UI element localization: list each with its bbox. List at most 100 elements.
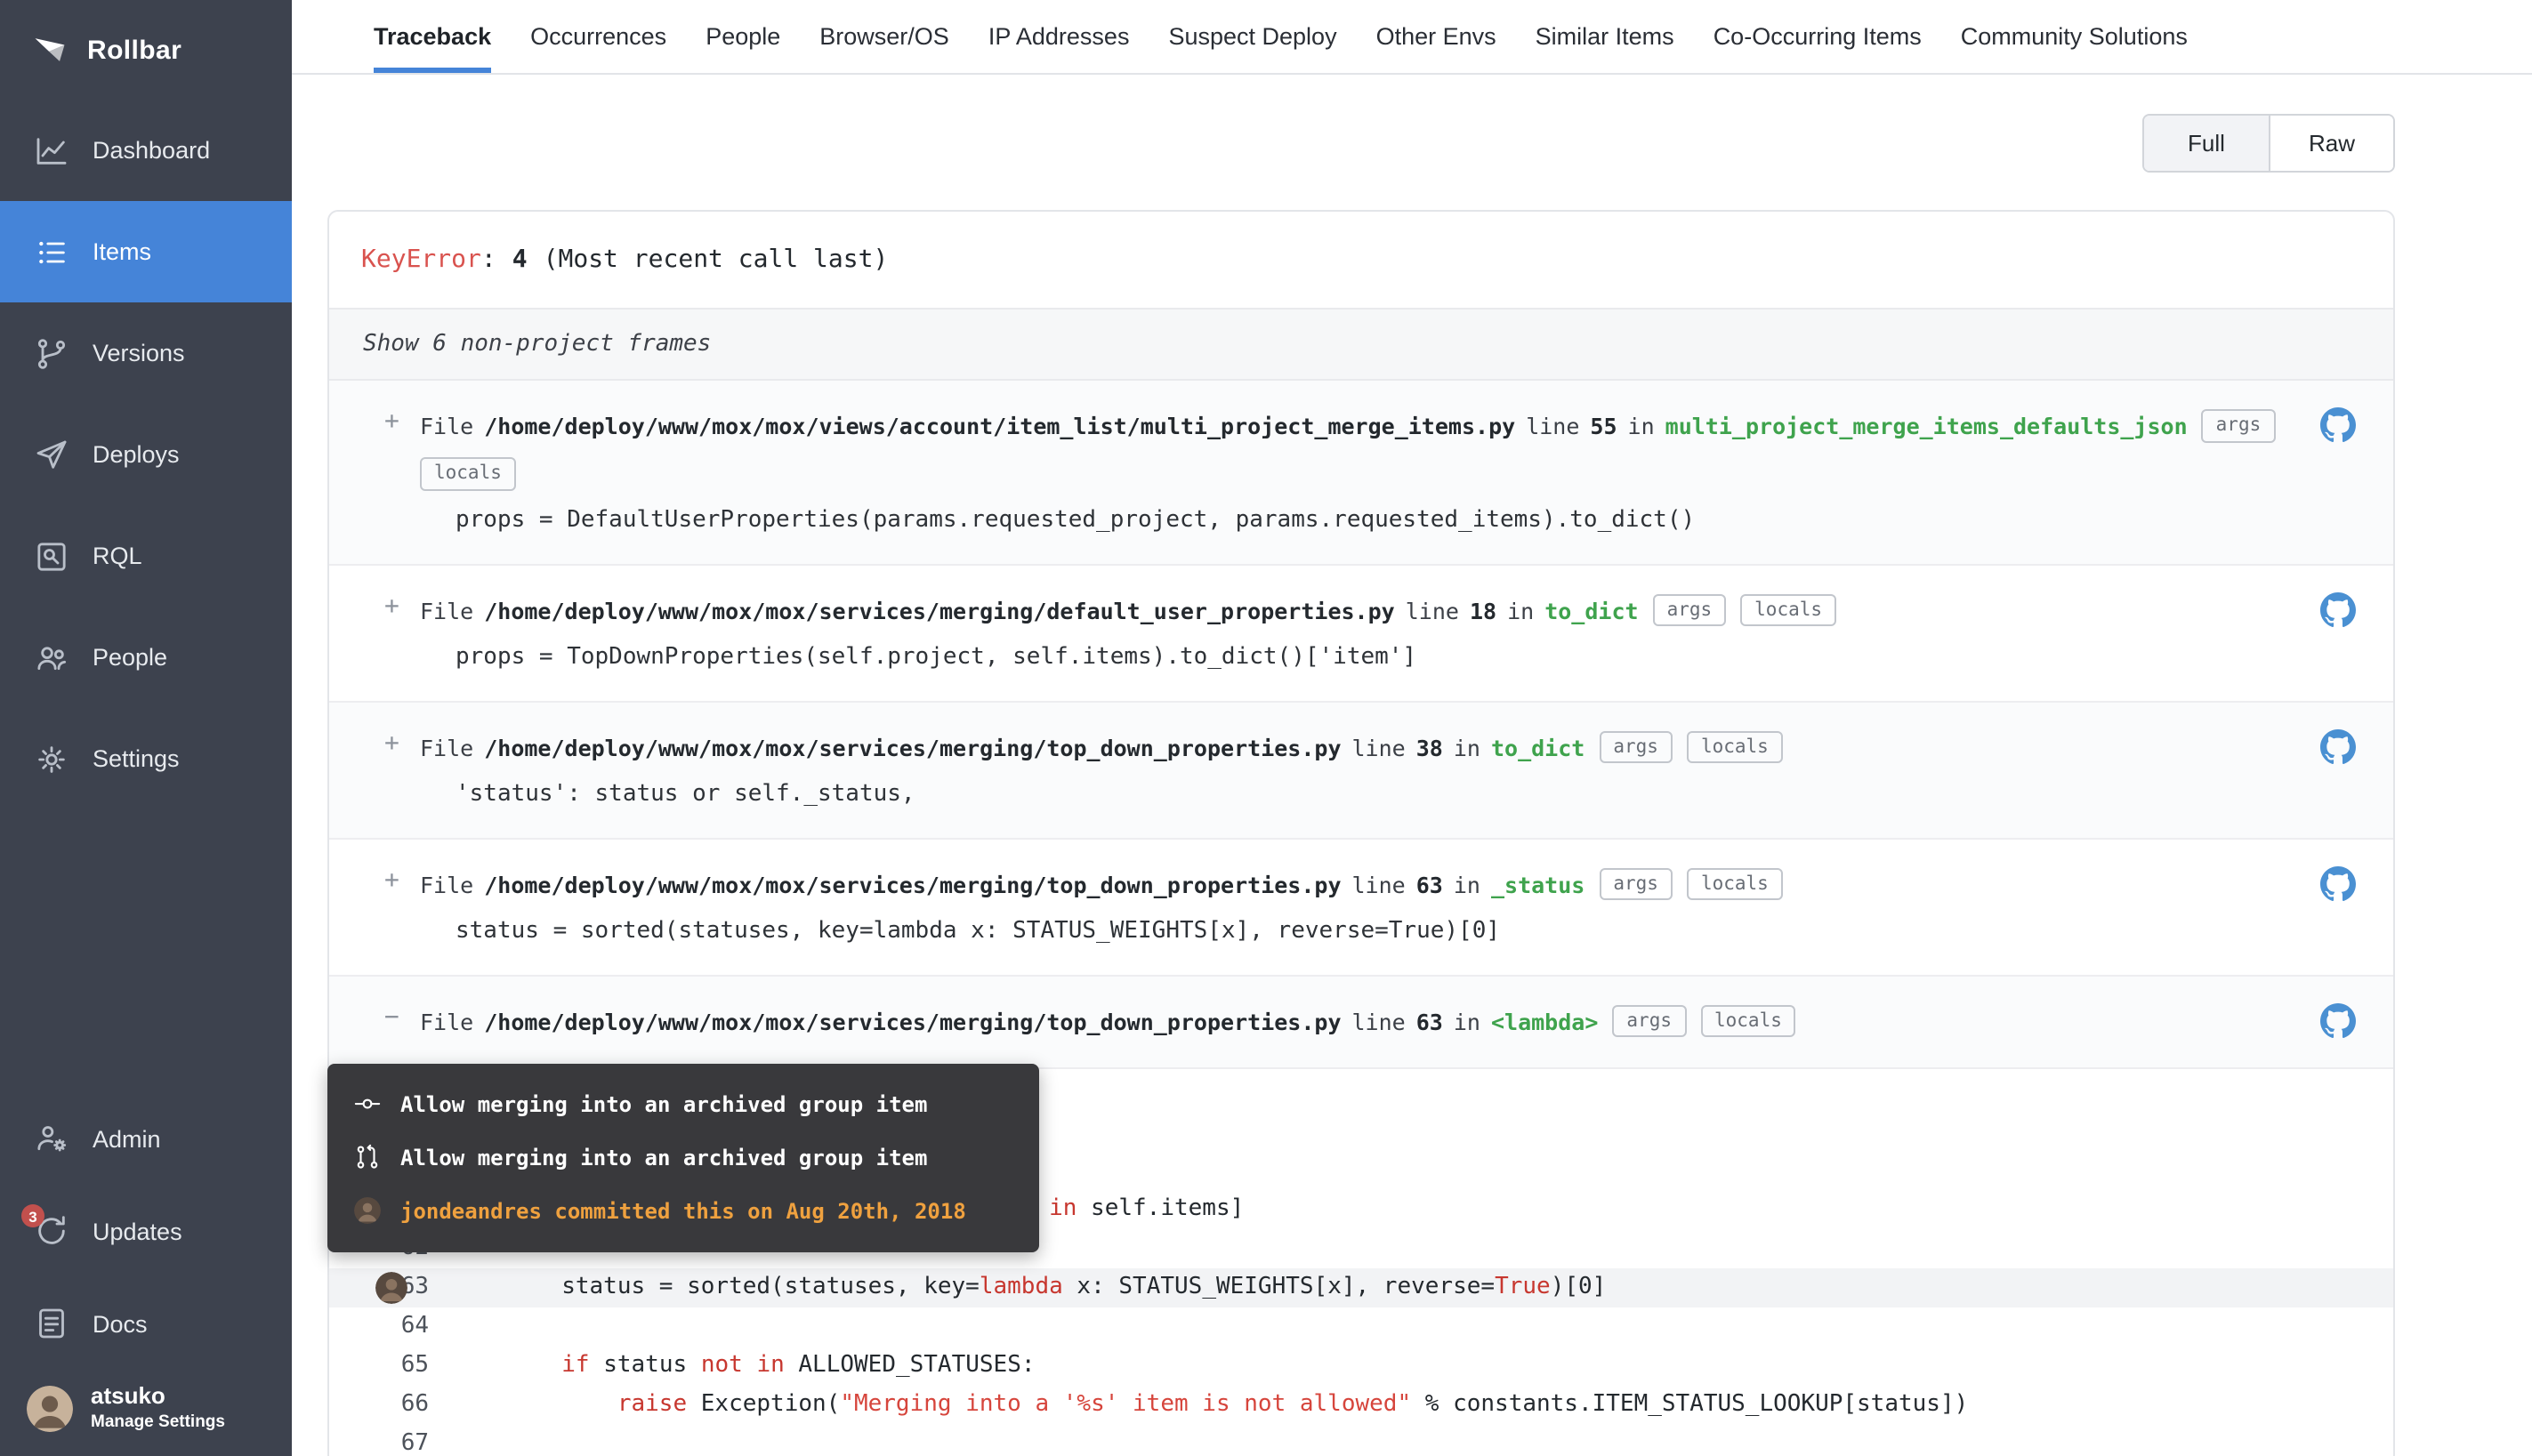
locals-button[interactable]: locals bbox=[1700, 1005, 1796, 1038]
docs-icon bbox=[34, 1306, 69, 1341]
code-line: 64 bbox=[329, 1307, 2393, 1346]
code-line: 65 if status not in ALLOWED_STATUSES: bbox=[329, 1346, 2393, 1385]
tab-similar-items[interactable]: Similar Items bbox=[1536, 0, 1674, 73]
frame-expander-toggle[interactable]: + bbox=[384, 591, 399, 620]
code-text: raise Exception("Merging into a '%s' ite… bbox=[429, 1385, 1968, 1424]
locals-button[interactable]: locals bbox=[1687, 868, 1783, 901]
locals-button[interactable]: locals bbox=[1687, 731, 1783, 764]
github-link-icon[interactable] bbox=[2320, 407, 2356, 443]
view-toggle-raw[interactable]: Raw bbox=[2269, 116, 2393, 171]
frame-function-name: to_dict bbox=[1544, 593, 1638, 627]
commit-message-link[interactable]: Allow merging into an archived group ite… bbox=[354, 1079, 1012, 1129]
sidebar-item-dashboard[interactable]: Dashboard bbox=[0, 100, 292, 201]
sidebar-item-settings[interactable]: Settings bbox=[0, 708, 292, 809]
non-project-frames-toggle[interactable]: Show 6 non-project frames bbox=[329, 308, 2393, 381]
deploys-icon bbox=[34, 437, 69, 472]
frame-file-path: /home/deploy/www/mox/mox/services/mergin… bbox=[484, 593, 1395, 627]
github-link-icon[interactable] bbox=[2320, 728, 2356, 764]
sidebar-spacer bbox=[0, 809, 292, 1092]
sidebar-nav: DashboardItems Versions DeploysRQL People Se… bbox=[0, 100, 292, 809]
frame-expander-toggle[interactable]: + bbox=[384, 728, 399, 757]
tab-traceback[interactable]: Traceback bbox=[374, 0, 491, 73]
brand-label: Rollbar bbox=[87, 35, 181, 65]
toggle-row: FullRaw bbox=[292, 75, 2532, 173]
tab-browser-os[interactable]: Browser/OS bbox=[819, 0, 949, 73]
versions-icon bbox=[34, 335, 69, 371]
brand[interactable]: Rollbar bbox=[0, 0, 292, 100]
user-text: atsuko Manage Settings bbox=[91, 1384, 225, 1432]
frame-line-label: line bbox=[1352, 1004, 1406, 1038]
frame-line-label: line bbox=[1526, 409, 1579, 443]
traceback-frame: +File/home/deploy/www/mox/mox/services/m… bbox=[329, 702, 2393, 839]
sidebar-item-label: People bbox=[93, 644, 167, 671]
traceback-card: KeyError:4(Most recent call last) Show 6… bbox=[327, 210, 2395, 1456]
frame-line-label: line bbox=[1406, 593, 1459, 627]
commit-icon bbox=[354, 1090, 381, 1117]
user-avatar bbox=[27, 1385, 73, 1431]
settings-icon bbox=[34, 741, 69, 776]
frame-header: File/home/deploy/www/mox/mox/services/me… bbox=[420, 1004, 2315, 1038]
frame-header: File/home/deploy/www/mox/mox/views/accou… bbox=[420, 409, 2315, 490]
tab-occurrences[interactable]: Occurrences bbox=[530, 0, 666, 73]
args-button[interactable]: args bbox=[1599, 731, 1673, 764]
args-button[interactable]: args bbox=[1612, 1005, 1686, 1038]
error-value: 4 bbox=[512, 245, 528, 274]
tab-ip-addresses[interactable]: IP Addresses bbox=[988, 0, 1130, 73]
view-toggle-full[interactable]: Full bbox=[2144, 116, 2269, 171]
tab-other-envs[interactable]: Other Envs bbox=[1376, 0, 1496, 73]
frame-file-path: /home/deploy/www/mox/mox/services/mergin… bbox=[484, 867, 1341, 901]
github-link-icon[interactable] bbox=[2320, 591, 2356, 627]
sidebar-item-label: Settings bbox=[93, 745, 180, 772]
commit-message-link[interactable]: Allow merging into an archived group ite… bbox=[354, 1132, 1012, 1182]
line-number: 67 bbox=[329, 1424, 429, 1456]
sidebar-item-deploys[interactable]: Deploys bbox=[0, 404, 292, 505]
frame-line-number: 63 bbox=[1416, 1004, 1443, 1038]
blame-avatar[interactable] bbox=[375, 1271, 407, 1303]
sidebar-item-updates[interactable]: 3Updates bbox=[0, 1185, 292, 1277]
frames-list: + File/home/deploy/www/mox/mox/views/acco… bbox=[329, 381, 2393, 1068]
rollbar-logo-icon bbox=[30, 30, 69, 69]
args-button[interactable]: args bbox=[1653, 594, 1727, 627]
traceback-frame: +File/home/deploy/www/mox/mox/services/m… bbox=[329, 565, 2393, 702]
frame-code-preview: 'status': status or self._status, bbox=[456, 780, 2315, 807]
frame-file-path: /home/deploy/www/mox/mox/views/account/i… bbox=[484, 409, 1515, 443]
admin-icon bbox=[34, 1121, 69, 1156]
frame-header: File/home/deploy/www/mox/mox/services/me… bbox=[420, 867, 2315, 901]
frame-line-number: 63 bbox=[1416, 867, 1443, 901]
sidebar-user[interactable]: atsuko Manage Settings bbox=[0, 1370, 292, 1456]
pull-request-icon bbox=[354, 1144, 381, 1170]
sidebar-item-admin[interactable]: Admin bbox=[0, 1092, 292, 1185]
frame-expander-toggle[interactable]: − bbox=[384, 1002, 399, 1031]
tab-community-solutions[interactable]: Community Solutions bbox=[1961, 0, 2188, 73]
tab-people[interactable]: People bbox=[706, 0, 780, 73]
frame-file-label: File bbox=[420, 867, 473, 901]
sidebar-item-people[interactable]: People bbox=[0, 607, 292, 708]
sidebar-item-versions[interactable]: Versions bbox=[0, 302, 292, 404]
sidebar: Rollbar DashboardItems Versions DeploysRQL… bbox=[0, 0, 292, 1456]
sidebar-item-rql[interactable]: RQL bbox=[0, 505, 292, 607]
dashboard-icon bbox=[34, 133, 69, 168]
tab-bar: Traceback Occurrences People Browser/OS IP A… bbox=[292, 0, 2532, 75]
frame-in-label: in bbox=[1454, 730, 1480, 764]
github-link-icon[interactable] bbox=[2320, 1002, 2356, 1038]
sidebar-item-label: Versions bbox=[93, 340, 185, 366]
frame-expander-toggle[interactable]: + bbox=[384, 407, 399, 436]
error-separator: : bbox=[481, 245, 496, 274]
args-button[interactable]: args bbox=[1599, 868, 1673, 901]
locals-button[interactable]: locals bbox=[1740, 594, 1836, 627]
frame-file-label: File bbox=[420, 409, 473, 443]
manage-settings-link[interactable]: Manage Settings bbox=[91, 1412, 225, 1432]
error-type: KeyError bbox=[361, 245, 481, 274]
frame-expander-toggle[interactable]: + bbox=[384, 865, 399, 894]
github-link-icon[interactable] bbox=[2320, 865, 2356, 901]
tab-co-occurring-items[interactable]: Co-Occurring Items bbox=[1714, 0, 1922, 73]
locals-button[interactable]: locals bbox=[420, 457, 516, 490]
line-number: 65 bbox=[329, 1346, 429, 1385]
frame-file-label: File bbox=[420, 1004, 473, 1038]
tab-suspect-deploy[interactable]: Suspect Deploy bbox=[1168, 0, 1336, 73]
sidebar-item-docs[interactable]: Docs bbox=[0, 1277, 292, 1370]
args-button[interactable]: args bbox=[2202, 409, 2276, 442]
sidebar-item-items[interactable]: Items bbox=[0, 201, 292, 302]
sidebar-item-label: Admin bbox=[93, 1125, 161, 1152]
committer-avatar bbox=[354, 1197, 381, 1224]
